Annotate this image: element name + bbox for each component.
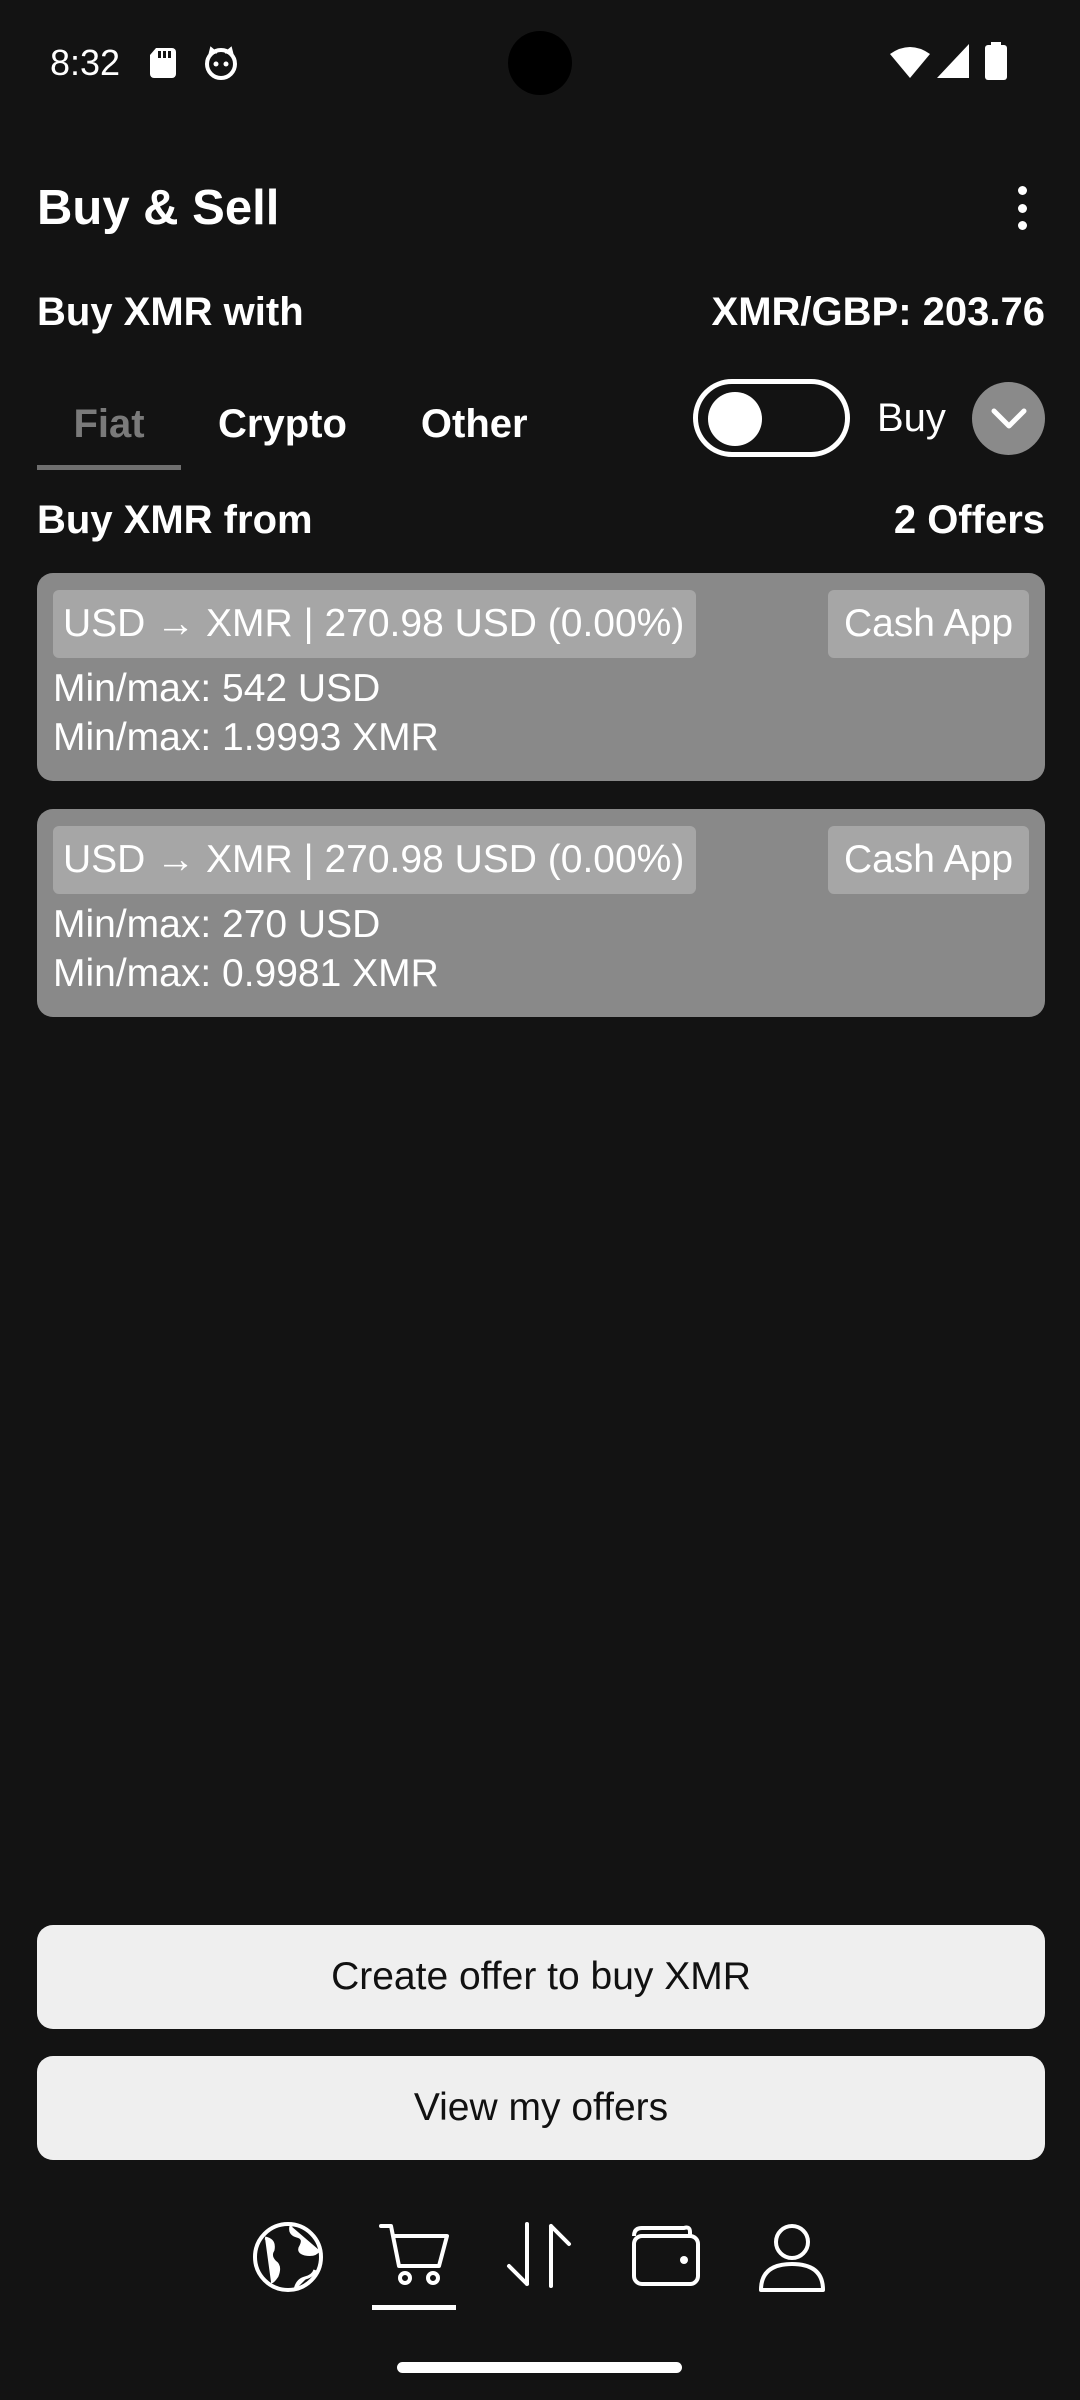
- buy-sell-toggle[interactable]: [693, 379, 850, 457]
- offer-min-max-fiat: Min/max: 542 USD: [53, 667, 381, 710]
- swap-arrows-icon: [507, 2222, 571, 2288]
- payment-method-badge: Cash App: [828, 590, 1029, 658]
- more-vert-icon[interactable]: [1000, 180, 1044, 236]
- camera-cutout: [508, 31, 572, 95]
- offer-min-max-fiat: Min/max: 270 USD: [53, 903, 381, 946]
- nav-market[interactable]: [369, 2210, 459, 2310]
- view-my-offers-button[interactable]: View my offers: [37, 2056, 1045, 2160]
- cart-icon: [379, 2224, 449, 2285]
- toggle-knob: [708, 392, 762, 446]
- offer-card[interactable]: USD → XMR | 270.98 USD (0.00%) Cash App …: [37, 573, 1045, 781]
- offer-count: 2 Offers: [893, 498, 1045, 542]
- nav-globe[interactable]: [243, 2210, 333, 2310]
- globe-icon: [253, 2222, 323, 2292]
- menu-dot: [1017, 186, 1027, 195]
- wallet-icon: [632, 2225, 700, 2286]
- battery-icon: [985, 42, 1007, 80]
- offers-section-title: Buy XMR from: [37, 498, 313, 542]
- currency-tabs: Fiat Crypto Other: [37, 378, 565, 470]
- person-icon: [759, 2224, 825, 2292]
- bottom-navigation: [0, 2210, 1080, 2320]
- status-bar: 8:32: [0, 0, 1080, 130]
- nav-trades[interactable]: [495, 2210, 585, 2310]
- chevron-down-icon: [991, 408, 1026, 428]
- tab-fiat[interactable]: Fiat: [37, 378, 181, 470]
- wifi-icon: [890, 47, 930, 78]
- buy-with-label: Buy XMR with: [37, 290, 304, 334]
- screen: 8:32 Buy & Sell Buy XMR with XMR/GBP: 20…: [0, 0, 1080, 2400]
- exchange-rate: XMR/GBP: 203.76: [711, 290, 1045, 334]
- offer-pair: USD → XMR | 270.98 USD (0.00%): [53, 590, 696, 658]
- filter-dropdown-button[interactable]: [972, 382, 1045, 455]
- create-offer-button[interactable]: Create offer to buy XMR: [37, 1925, 1045, 2029]
- offer-pair: USD → XMR | 270.98 USD (0.00%): [53, 826, 696, 894]
- sd-card-icon: [150, 48, 176, 78]
- app-notification-icon: [205, 46, 237, 80]
- payment-method-badge: Cash App: [828, 826, 1029, 894]
- nav-account[interactable]: [747, 2210, 837, 2310]
- home-indicator[interactable]: [397, 2362, 682, 2373]
- offer-card[interactable]: USD → XMR | 270.98 USD (0.00%) Cash App …: [37, 809, 1045, 1017]
- signal-icon: [937, 44, 969, 78]
- menu-dot: [1017, 203, 1027, 213]
- menu-dot: [1017, 221, 1027, 230]
- tab-crypto[interactable]: Crypto: [181, 378, 384, 470]
- page-title: Buy & Sell: [37, 181, 280, 235]
- status-time: 8:32: [50, 42, 121, 83]
- tab-other[interactable]: Other: [384, 378, 565, 470]
- nav-wallet[interactable]: [621, 2210, 711, 2310]
- toggle-label: Buy: [877, 396, 946, 440]
- offer-min-max-xmr: Min/max: 0.9981 XMR: [53, 952, 439, 995]
- offer-min-max-xmr: Min/max: 1.9993 XMR: [53, 716, 439, 759]
